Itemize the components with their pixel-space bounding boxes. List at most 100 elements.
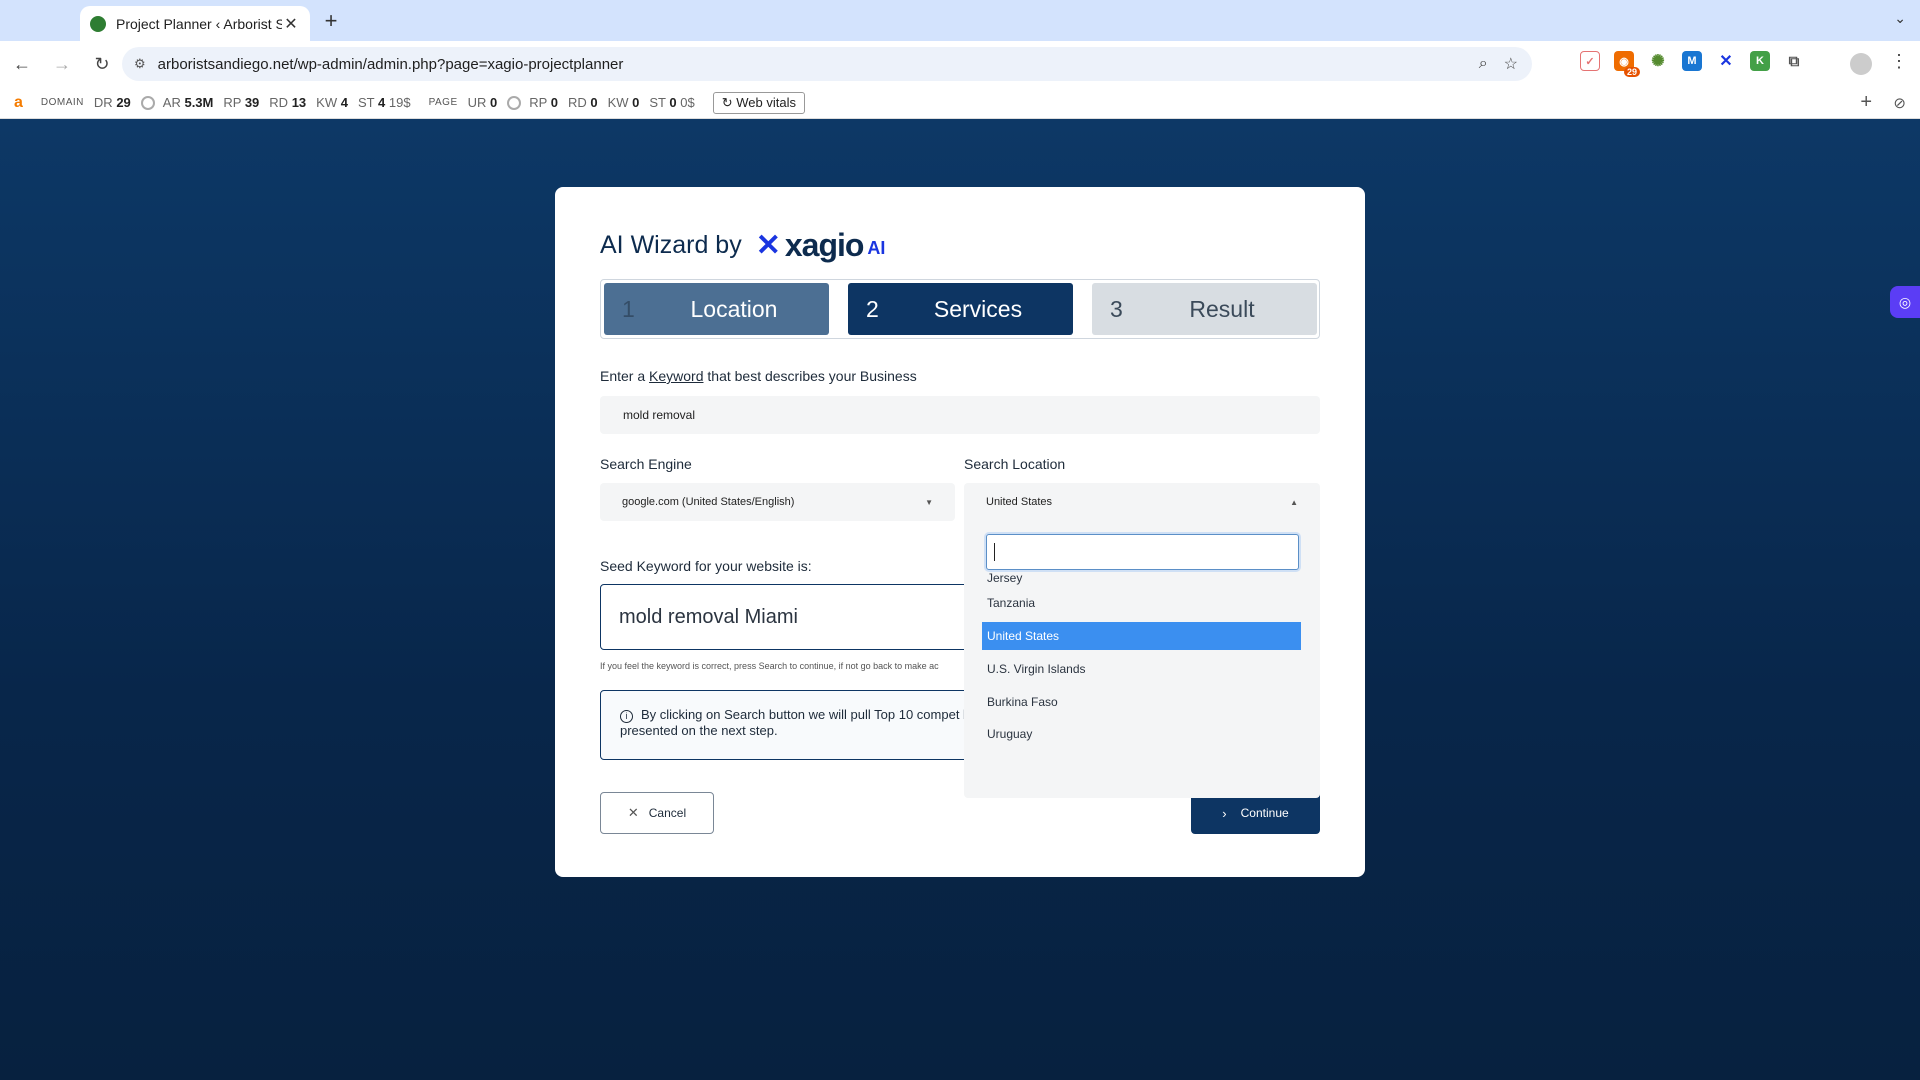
step-location[interactable]: 1 Location xyxy=(604,283,829,335)
address-bar[interactable]: ⚙ arboristsandiego.net/wp-admin/admin.ph… xyxy=(122,47,1532,81)
metric-kw: KW 4 xyxy=(316,95,348,110)
site-info-icon[interactable]: ⚙ xyxy=(134,56,146,72)
location-search-input[interactable] xyxy=(986,534,1299,570)
close-icon: ✕ xyxy=(627,805,639,820)
site-favicon-icon xyxy=(90,15,106,32)
page-label: PAGE xyxy=(428,97,458,108)
profile-avatar[interactable] xyxy=(1850,53,1872,75)
location-dropdown: Jersey Tanzania United States U.S. Virgi… xyxy=(964,521,1320,798)
metric-rd: RD 13 xyxy=(269,95,306,110)
ahrefs-logo[interactable]: a xyxy=(14,94,23,112)
metric-label: RP xyxy=(223,95,242,110)
seed-keyword-value: mold removal Miami xyxy=(600,584,990,650)
metric-ar: AR 5.3M xyxy=(163,95,214,110)
keyword-label: Enter a Keyword that best describes your… xyxy=(600,368,917,384)
tab-search-chevron-icon[interactable]: ⌄ xyxy=(1894,10,1906,27)
ring-icon xyxy=(140,95,155,110)
keyword-label-post: that best describes your Business xyxy=(707,368,917,384)
metric-label: RD xyxy=(567,95,587,110)
search-location-select[interactable]: United States ▲ xyxy=(964,483,1320,521)
caret-up-icon: ▲ xyxy=(1290,497,1298,507)
extension-red-icon[interactable]: ✓ xyxy=(1580,51,1600,71)
metric-label: AR xyxy=(162,95,181,110)
reload-icon[interactable]: ↻ xyxy=(84,46,120,82)
extension-m-icon[interactable]: M xyxy=(1682,51,1702,71)
metric-value: 0 xyxy=(550,95,558,110)
location-option[interactable]: Uruguay xyxy=(982,718,1301,751)
extensions-puzzle-icon[interactable]: ⧉ xyxy=(1784,51,1804,71)
extensions-area: ✓ ◉ 29 ✺ M ✕ K ⧉ xyxy=(1580,51,1804,77)
metric-label: ST xyxy=(649,95,666,110)
metric-st: ST 4 19$ xyxy=(358,95,411,110)
extension-k-icon[interactable]: K xyxy=(1750,51,1770,71)
keyword-input[interactable]: mold removal xyxy=(600,396,1320,434)
extension-xagio-icon[interactable]: ✕ xyxy=(1716,51,1736,71)
search-engine-select[interactable]: google.com (United States/English) ▼ xyxy=(600,483,955,521)
metric-label: KW xyxy=(316,95,338,110)
web-vitals-label: Web vitals xyxy=(736,94,796,110)
metric-value: 29 xyxy=(116,95,131,110)
step-number: 1 xyxy=(622,295,635,322)
continue-label: Continue xyxy=(1240,806,1289,820)
metric-label: RP xyxy=(529,95,548,110)
ai-wizard-modal: AI Wizard by ✕ xagio AI 1 Location 2 Ser… xyxy=(555,187,1365,877)
search-location-value: United States xyxy=(986,496,1053,508)
location-option-selected[interactable]: United States xyxy=(982,621,1301,650)
forward-arrow-icon[interactable]: → xyxy=(44,46,80,82)
info-icon: i xyxy=(620,710,633,723)
step-result[interactable]: 3 Result xyxy=(1092,283,1317,335)
cancel-label: Cancel xyxy=(648,806,687,820)
metric-value: 0 xyxy=(490,95,498,110)
metric-value: 0 xyxy=(632,95,640,110)
metric-label: RD xyxy=(269,95,289,110)
disable-icon[interactable]: ⊘ xyxy=(1893,94,1906,112)
location-option[interactable]: Jersey xyxy=(982,571,1301,587)
metric-ur: UR 0 xyxy=(468,95,498,110)
search-engine-label: Search Engine xyxy=(600,456,692,472)
metric-page-st: ST 0 0$ xyxy=(649,95,694,110)
chevron-right-icon: › xyxy=(1222,805,1227,821)
cancel-button[interactable]: ✕ Cancel xyxy=(600,792,714,834)
search-engine-value: google.com (United States/English) xyxy=(622,496,795,508)
metric-page-kw: KW 0 xyxy=(608,95,640,110)
web-vitals-button[interactable]: ↻ Web vitals xyxy=(712,91,805,114)
browser-menu-icon[interactable]: ⋮ xyxy=(1890,51,1908,72)
location-option[interactable]: Burkina Faso xyxy=(982,685,1301,718)
info-text: By clicking on Search button we will pul… xyxy=(620,707,978,738)
metric-value: 39 xyxy=(244,95,260,110)
browser-tab[interactable]: Project Planner ‹ Arborist San ✕ xyxy=(80,6,310,41)
new-tab-button[interactable]: + xyxy=(319,8,343,34)
chat-widget-icon[interactable]: ◎ xyxy=(1890,286,1920,318)
location-options-list[interactable]: Jersey Tanzania United States U.S. Virgi… xyxy=(982,571,1301,791)
zoom-icon[interactable]: ⌕ xyxy=(1479,55,1488,73)
metric-label: UR xyxy=(467,95,487,110)
metric-label: KW xyxy=(607,95,629,110)
browser-tab-bar: Project Planner ‹ Arborist San ✕ + ⌄ xyxy=(0,0,1920,41)
location-option[interactable]: U.S. Virgin Islands xyxy=(982,653,1301,686)
wizard-steps: 1 Location 2 Services 3 Result xyxy=(600,279,1320,339)
wizard-title: AI Wizard by xyxy=(600,231,742,259)
metric-extra: 0$ xyxy=(680,95,695,110)
location-option[interactable]: Tanzania xyxy=(982,587,1301,620)
back-arrow-icon[interactable]: ← xyxy=(4,46,40,82)
extension-orange-icon[interactable]: ◉ 29 xyxy=(1614,51,1640,77)
bookmark-star-icon[interactable]: ☆ xyxy=(1504,54,1518,74)
continue-button[interactable]: › Continue xyxy=(1191,792,1320,834)
xagio-x-icon: ✕ xyxy=(755,229,781,262)
add-icon[interactable]: + xyxy=(1860,91,1872,114)
seed-hint-text: If you feel the keyword is correct, pres… xyxy=(600,661,939,671)
extension-gear-icon[interactable]: ✺ xyxy=(1648,51,1668,71)
step-label: Services xyxy=(933,295,1023,322)
keyword-link[interactable]: Keyword xyxy=(649,368,703,384)
caret-down-icon: ▼ xyxy=(925,497,933,507)
metric-page-rd: RD 0 xyxy=(568,95,598,110)
tab-close-icon[interactable]: ✕ xyxy=(282,14,300,34)
metric-value: 4 xyxy=(340,95,348,110)
keyword-label-pre: Enter a xyxy=(600,368,646,384)
metric-value: 0 xyxy=(590,95,598,110)
step-services[interactable]: 2 Services xyxy=(848,283,1073,335)
metric-page-rp: RP 0 xyxy=(529,95,558,110)
step-label: Result xyxy=(1189,295,1255,322)
search-location-label: Search Location xyxy=(964,456,1066,472)
browser-toolbar: ← → ↻ ⚙ arboristsandiego.net/wp-admin/ad… xyxy=(0,41,1920,87)
